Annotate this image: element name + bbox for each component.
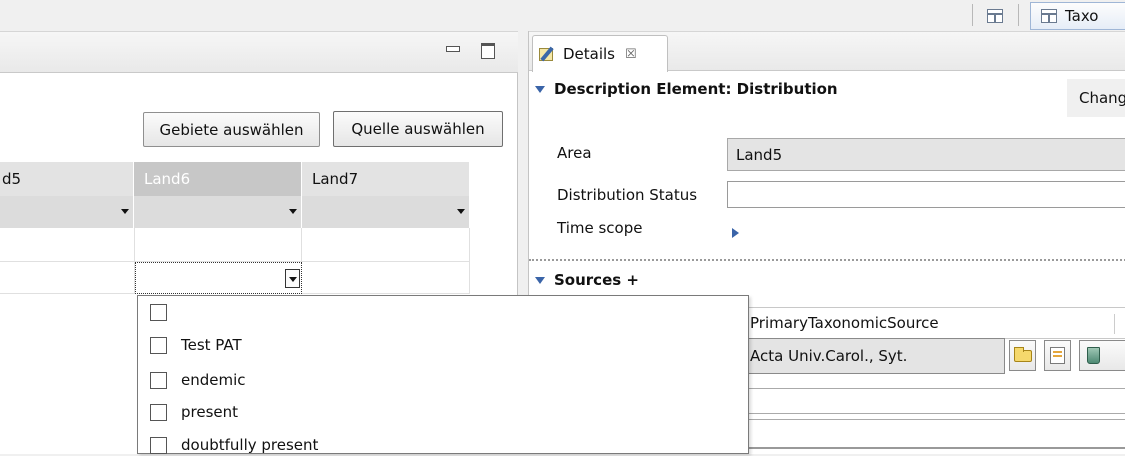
edit-reference-button[interactable] [1044, 340, 1071, 371]
expand-triangle-icon [535, 276, 545, 284]
checkbox[interactable] [150, 403, 167, 421]
expand-triangle-icon [535, 85, 545, 93]
chevron-down-icon [121, 209, 129, 214]
tab-label: Details [563, 45, 616, 63]
dropdown-option-endemic[interactable]: endemic [150, 369, 246, 391]
option-label: Test PAT [181, 336, 242, 354]
perspective-label: Taxo [1065, 7, 1099, 25]
dropdown-option-test-pat[interactable]: Test PAT [150, 334, 242, 356]
tab-details[interactable]: Details ☒ [532, 35, 668, 72]
filter-dropdown-land6[interactable] [134, 196, 302, 228]
folder-icon [1013, 346, 1032, 362]
time-scope-label: Time scope [557, 219, 643, 237]
open-perspective-button[interactable] [980, 4, 1010, 28]
toolbar-separator [972, 4, 973, 26]
column-header-land5[interactable]: d5 [0, 162, 134, 196]
chevron-down-icon [289, 209, 297, 214]
column-header-land6[interactable]: Land6 [134, 162, 302, 196]
source-type-combo[interactable]: PrimaryTaxonomicSource [739, 307, 1125, 339]
section-title: Description Element: Distribution [554, 80, 838, 98]
table-cell[interactable] [302, 262, 470, 294]
distribution-status-label: Distribution Status [557, 186, 698, 204]
dropdown-option-present[interactable]: present [150, 401, 238, 423]
column-header-label: d5 [2, 170, 22, 188]
table-cell[interactable] [0, 262, 135, 294]
filter-dropdown-land5[interactable] [0, 196, 134, 228]
maximize-icon[interactable] [478, 40, 496, 59]
section-divider [529, 259, 1125, 261]
column-header-label: Land7 [312, 170, 359, 188]
status-cell-editor[interactable] [135, 262, 302, 294]
perspective-icon [987, 9, 1003, 23]
option-label: doubtfully present [181, 436, 319, 454]
edit-document-icon [1050, 347, 1065, 364]
remove-reference-button[interactable] [1079, 340, 1125, 371]
time-scope-expand-icon[interactable] [732, 224, 739, 242]
chevron-down-icon[interactable] [1114, 314, 1125, 334]
checkbox[interactable] [150, 336, 167, 354]
description-section-header[interactable]: Description Element: Distribution [535, 80, 838, 98]
select-areas-button[interactable]: Gebiete auswählen [143, 112, 320, 147]
minimize-icon[interactable] [444, 40, 462, 58]
dropdown-option-empty[interactable] [150, 301, 181, 323]
checkbox[interactable] [150, 371, 167, 389]
main-toolbar: Taxo [0, 0, 1125, 31]
table-cell[interactable] [302, 228, 470, 262]
view-tabbar [0, 31, 518, 73]
edit-icon [539, 46, 557, 62]
table-cell[interactable] [0, 228, 135, 262]
toolbar-separator [1018, 4, 1019, 26]
dropdown-option-doubtfully-present[interactable]: doubtfully present [150, 434, 318, 456]
select-source-button[interactable]: Quelle auswählen [333, 111, 503, 147]
column-header-label: Land6 [144, 170, 191, 188]
distribution-status-field[interactable] [727, 181, 1125, 208]
taxonomic-perspective-button[interactable]: Taxo [1030, 2, 1125, 30]
source-reference-value: Acta Univ.Carol., Syt. [750, 347, 908, 365]
checkbox[interactable] [150, 436, 167, 454]
trash-icon [1087, 347, 1100, 364]
close-icon[interactable]: ☒ [625, 47, 637, 62]
change-button[interactable]: Chang [1067, 79, 1125, 117]
view-tabbar: Details ☒ [529, 31, 1125, 72]
browse-reference-button[interactable] [1009, 340, 1036, 371]
source-detail-field[interactable] [739, 419, 1125, 449]
column-header-land7[interactable]: Land7 [302, 162, 470, 196]
source-type-value: PrimaryTaxonomicSource [750, 314, 939, 332]
sources-section-header[interactable]: Sources + [535, 271, 639, 289]
status-dropdown-list[interactable]: Test PAT endemic present doubtfully pres… [137, 295, 749, 454]
option-label: endemic [181, 371, 246, 389]
perspective-icon [1041, 9, 1057, 23]
table-cell[interactable] [135, 228, 302, 262]
area-value: Land5 [736, 145, 783, 164]
source-detail-field[interactable] [739, 388, 1125, 414]
area-label: Area [557, 144, 592, 162]
area-field[interactable]: Land5 [727, 138, 1125, 171]
checkbox[interactable] [150, 303, 167, 321]
chevron-down-icon [457, 209, 465, 214]
filter-dropdown-land7[interactable] [302, 196, 470, 228]
chevron-down-icon[interactable] [285, 269, 300, 288]
section-title: Sources + [554, 271, 639, 289]
option-label: present [181, 403, 239, 421]
source-reference-field[interactable]: Acta Univ.Carol., Syt. [739, 338, 1005, 374]
